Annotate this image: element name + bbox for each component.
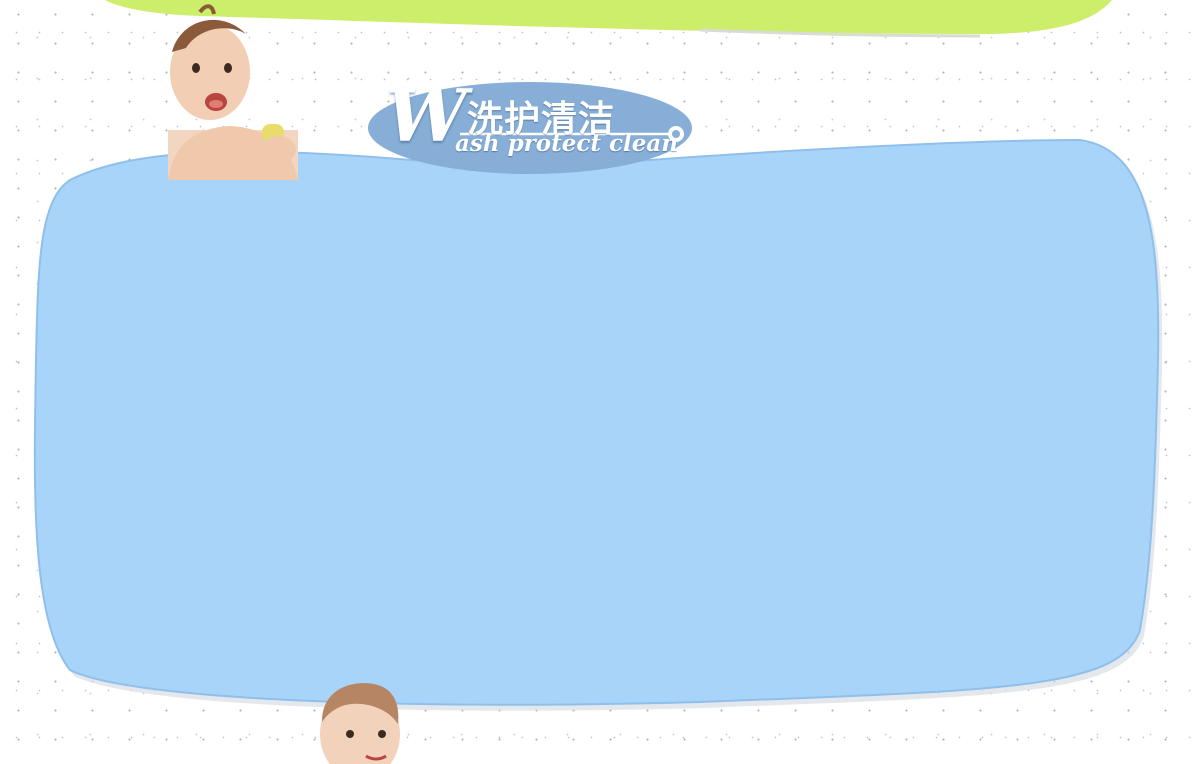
baby-smiling-photo <box>320 683 400 764</box>
badge-subtitle: ash protect clean <box>455 130 679 157</box>
baby-bath-photo <box>168 4 298 180</box>
blue-content-panel <box>33 138 1160 706</box>
top-green-band <box>105 0 1112 34</box>
